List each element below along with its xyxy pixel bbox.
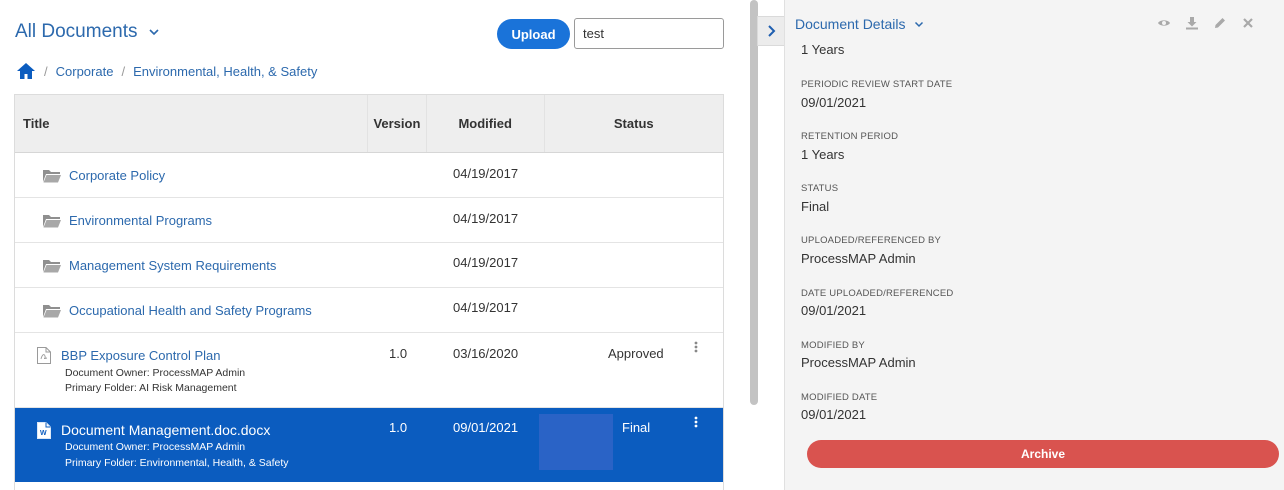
- svg-text:W: W: [40, 430, 47, 437]
- archive-button[interactable]: Archive: [807, 440, 1279, 468]
- modified-date: 04/19/2017: [453, 255, 519, 270]
- folder-row[interactable]: Environmental Programs 04/19/2017: [15, 198, 723, 243]
- field-label: PERIODIC REVIEW START DATE: [801, 79, 953, 90]
- documents-table: Title Version Modified Status Corporate …: [14, 94, 724, 490]
- modified-date: 04/19/2017: [453, 211, 519, 226]
- folder-row[interactable]: Corporate Policy 04/19/2017: [15, 153, 723, 198]
- field-value: 09/01/2021: [801, 303, 867, 318]
- folder-icon: [43, 260, 61, 273]
- close-icon[interactable]: [1241, 16, 1255, 30]
- field-label: UPLOADED/REFERENCED BY: [801, 235, 942, 246]
- field-label: DATE UPLOADED/REFERENCED: [801, 288, 954, 299]
- primary-folder: Primary Folder: AI Risk Management: [65, 382, 237, 394]
- more-options-icon[interactable]: [693, 341, 699, 355]
- document-row[interactable]: BBP Exposure Control Plan Document Owner…: [15, 333, 723, 408]
- upload-button[interactable]: Upload: [497, 19, 570, 49]
- view-selector[interactable]: All Documents: [15, 21, 160, 43]
- document-version: 1.0: [389, 346, 408, 361]
- table-header: Title Version Modified Status: [15, 95, 723, 153]
- folder-row[interactable]: Occupational Health and Safety Programs …: [15, 288, 723, 333]
- folder-row[interactable]: Management System Requirements 04/19/201…: [15, 243, 723, 288]
- field-label: RETENTION PERIOD: [801, 131, 899, 142]
- column-header-title[interactable]: Title: [15, 95, 369, 152]
- modified-date: 04/19/2017: [453, 300, 519, 315]
- pdf-file-icon: [37, 347, 51, 364]
- document-thumbnail: [539, 414, 613, 470]
- edit-pencil-icon[interactable]: [1213, 16, 1227, 30]
- eye-icon[interactable]: [1157, 16, 1171, 30]
- document-owner: Document Owner: ProcessMAP Admin: [65, 441, 246, 453]
- folder-name[interactable]: Corporate Policy: [69, 168, 165, 183]
- document-version: 1.0: [389, 420, 408, 435]
- field-value: ProcessMAP Admin: [801, 355, 916, 370]
- field-label: MODIFIED DATE: [801, 392, 878, 403]
- folder-icon: [43, 305, 61, 318]
- document-name[interactable]: Document Management.doc.docx: [61, 422, 270, 438]
- chevron-right-icon: [767, 25, 775, 37]
- field-value: 09/01/2021: [801, 407, 867, 422]
- status-text: Final: [622, 420, 651, 435]
- folder-name[interactable]: Environmental Programs: [69, 213, 212, 228]
- panel-actions: [1157, 16, 1255, 30]
- app-root: All Documents Upload / Corporate / Envir…: [0, 0, 1284, 490]
- field-value: 1 Years: [801, 147, 845, 162]
- list-scrollbar[interactable]: [750, 0, 758, 405]
- home-icon[interactable]: [16, 62, 36, 80]
- search-input[interactable]: [574, 18, 724, 49]
- field-label: MODIFIED BY: [801, 340, 865, 351]
- folder-icon: [43, 170, 61, 183]
- chevron-down-icon: [148, 29, 159, 36]
- more-options-icon[interactable]: [693, 416, 699, 430]
- modified-date: 04/19/2017: [453, 166, 519, 181]
- breadcrumb: / Corporate / Environmental, Health, & S…: [16, 62, 317, 80]
- panel-title-selector[interactable]: Document Details: [795, 16, 924, 32]
- field-value: ProcessMAP Admin: [801, 251, 916, 266]
- field-value: Final: [801, 199, 830, 214]
- document-details-panel: Document Details 1 Years PERIODIC REVIEW…: [784, 0, 1284, 490]
- document-name[interactable]: BBP Exposure Control Plan: [61, 348, 220, 363]
- status-text: Approved: [608, 346, 664, 361]
- word-file-icon: W: [37, 422, 51, 439]
- breadcrumb-separator: /: [121, 63, 126, 79]
- download-icon[interactable]: [1185, 16, 1199, 30]
- modified-date: 09/01/2021: [453, 420, 519, 435]
- document-list-pane: All Documents Upload / Corporate / Envir…: [0, 0, 748, 490]
- field-value: 09/01/2021: [801, 95, 867, 110]
- view-title: All Documents: [15, 21, 138, 42]
- breadcrumb-separator: /: [44, 63, 48, 79]
- chevron-down-icon: [914, 21, 923, 28]
- column-header-modified[interactable]: Modified: [427, 95, 545, 152]
- document-row-selected[interactable]: W Document Management.doc.docx Document …: [15, 408, 723, 482]
- modified-date: 03/16/2020: [453, 346, 519, 361]
- column-header-status[interactable]: Status: [545, 95, 723, 152]
- breadcrumb-item-corporate[interactable]: Corporate: [56, 64, 114, 79]
- folder-name[interactable]: Occupational Health and Safety Programs: [69, 303, 312, 318]
- breadcrumb-item-ehs[interactable]: Environmental, Health, & Safety: [133, 64, 317, 79]
- table-row: [15, 482, 723, 490]
- field-value-partial: 1 Years: [801, 42, 845, 57]
- document-owner: Document Owner: ProcessMAP Admin: [65, 367, 246, 379]
- column-header-version[interactable]: Version: [368, 95, 427, 152]
- collapse-panel-button[interactable]: [757, 16, 784, 46]
- primary-folder: Primary Folder: Environmental, Health, &…: [65, 457, 289, 469]
- panel-title: Document Details: [795, 16, 906, 32]
- folder-icon: [43, 215, 61, 228]
- field-label: STATUS: [801, 183, 839, 194]
- folder-name[interactable]: Management System Requirements: [69, 258, 276, 273]
